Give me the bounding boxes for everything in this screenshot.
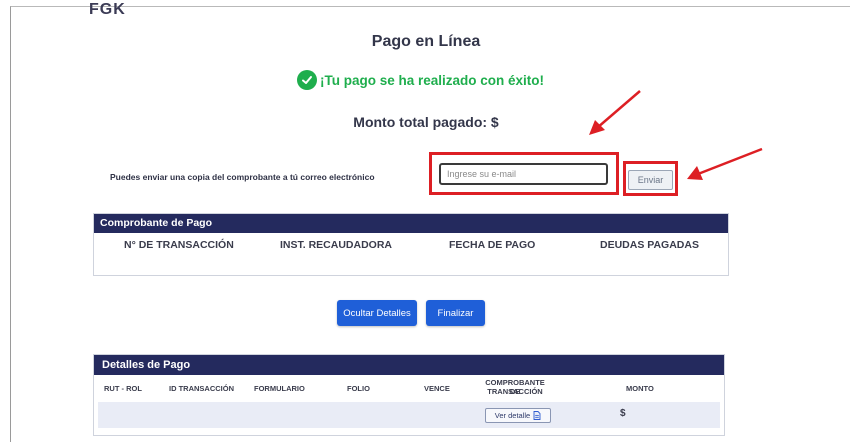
col-folio: FOLIO xyxy=(347,384,370,393)
email-input[interactable] xyxy=(439,163,608,185)
col-rut-rol: RUT - ROL xyxy=(104,384,142,393)
arrow-annotation-icon xyxy=(589,90,641,135)
row-amount: $ xyxy=(620,408,626,419)
send-button[interactable]: Enviar xyxy=(628,170,673,190)
page-title: Pago en Línea xyxy=(371,33,481,50)
details-columns: RUT - ROL ID TRANSACCIÓN FORMULARIO FOLI… xyxy=(94,375,724,402)
success-message: ¡Tu pago se ha realizado con éxito! xyxy=(320,72,545,88)
success-banner: ¡Tu pago se ha realizado con éxito! xyxy=(297,70,544,90)
col-form: FORMULARIO xyxy=(254,384,305,393)
col-due: VENCE xyxy=(424,384,450,393)
details-header: Detalles de Pago xyxy=(94,355,724,375)
document-icon xyxy=(533,411,541,420)
finish-button[interactable]: Finalizar xyxy=(426,300,485,326)
email-copy-label: Puedes enviar una copia del comprobante … xyxy=(110,172,375,182)
col-receipt-line2: TRANSACCIÓN xyxy=(487,387,543,396)
receipt-columns: N° DE TRANSACCIÓN INST. RECAUDADORA FECH… xyxy=(94,233,728,253)
table-row: Ver detalle $ xyxy=(98,402,720,428)
col-collector: INST. RECAUDADORA xyxy=(280,239,393,251)
total-paid: Monto total pagado: $ xyxy=(353,114,499,130)
details-panel: Detalles de Pago RUT - ROL ID TRANSACCIÓ… xyxy=(93,354,725,436)
col-payment-date: FECHA DE PAGO xyxy=(449,239,536,251)
col-debts-paid: DEUDAS PAGADAS xyxy=(600,239,699,251)
col-transaction-number: N° DE TRANSACCIÓN xyxy=(124,239,234,251)
view-detail-button[interactable]: Ver detalle xyxy=(485,408,551,423)
receipt-header: Comprobante de Pago xyxy=(94,214,728,233)
view-detail-label: Ver detalle xyxy=(494,411,531,420)
logo-fragment: FGK xyxy=(89,1,126,18)
col-id-transaction: ID TRANSACCIÓN xyxy=(169,384,234,393)
arrow-annotation-icon xyxy=(687,147,763,180)
receipt-panel: Comprobante de Pago N° DE TRANSACCIÓN IN… xyxy=(93,213,729,276)
check-circle-icon xyxy=(297,70,317,90)
hide-details-button[interactable]: Ocultar Detalles xyxy=(337,300,417,326)
col-amount: MONTO xyxy=(626,384,654,393)
